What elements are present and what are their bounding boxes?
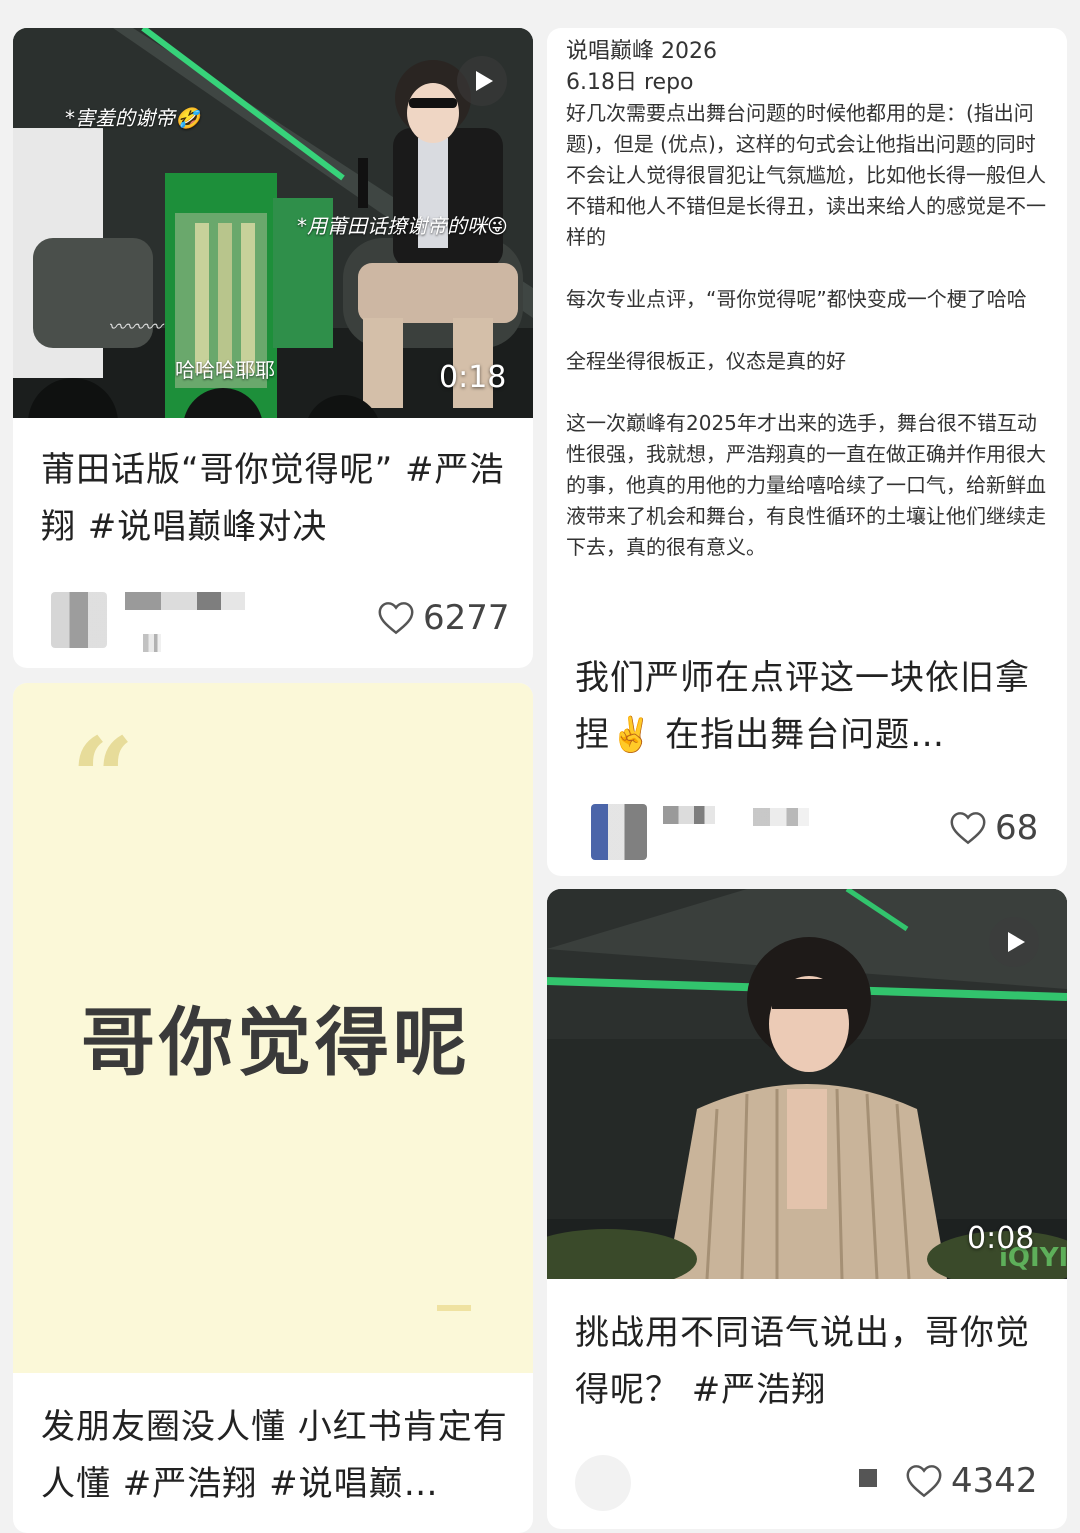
video-duration: 0:18 (439, 360, 507, 395)
author-name-extra (143, 634, 161, 652)
video-duration: 0:08 (967, 1221, 1035, 1256)
like-count: 68 (995, 808, 1039, 848)
note-title[interactable]: 莆田话版“哥你觉得呢” #严浩翔 #说唱巅峰对决 (41, 442, 511, 556)
heart-icon (378, 602, 414, 635)
svg-text:〰〰〰: 〰〰〰 (108, 317, 165, 338)
quote-mark-icon: “ (71, 713, 135, 842)
note-paragraph-1: 好几次需要点出舞台问题的时候他都用的是：(指出问题)，但是 (优点)，这样的句式… (566, 101, 1046, 249)
heart-icon (906, 1465, 942, 1498)
note-paragraph-4: 这一次巅峰有2025年才出来的选手，舞台很不错互动性很强，我就想，严浩翔真的一直… (566, 411, 1046, 559)
note-paragraph-3: 全程坐得很板正，仪态是真的好 (566, 349, 846, 373)
note-footer: 68 (547, 798, 1067, 868)
video-caption-top: *害羞的谢帝🤣 (65, 106, 200, 130)
play-icon[interactable] (457, 56, 507, 106)
like-count: 6277 (423, 598, 510, 638)
author-name[interactable] (859, 1469, 877, 1487)
note-footer: 6277 (13, 584, 533, 654)
note-header: 说唱巅峰 2026 (566, 39, 717, 64)
video-thumbnail[interactable]: iQIYI 0:08 (547, 889, 1067, 1279)
avatar[interactable] (575, 1455, 631, 1511)
quote-cover[interactable]: “ 哥你觉得呢 (13, 683, 533, 1373)
note-card-3[interactable]: “ 哥你觉得呢 发朋友圈没人懂 小红书肯定有人懂 #严浩翔 #说唱巅… (13, 683, 533, 1533)
cover-phrase: 哥你觉得呢 (81, 1000, 471, 1086)
author-name-extra (753, 808, 809, 826)
video-caption-bottom: 哈哈哈耶耶 (175, 358, 275, 382)
note-title[interactable]: 我们严师在点评这一块依旧拿捏✌️ 在指出舞台问题… (575, 650, 1035, 764)
video-thumbnail[interactable]: 〰〰〰 *害羞的谢帝🤣 *用莆田话撩谢帝的咪😜 哈哈哈耶耶 0:18 (13, 28, 533, 418)
decor-dash (437, 1305, 471, 1311)
note-card-1[interactable]: 〰〰〰 *害羞的谢帝🤣 *用莆田话撩谢帝的咪😜 哈哈哈耶耶 0:18 莆田话版“… (13, 28, 533, 668)
author-name[interactable] (125, 592, 245, 610)
note-body: 说唱巅峰 2026 6.18日 repo 好几次需要点出舞台问题的时候他都用的是… (566, 36, 1051, 563)
avatar[interactable] (591, 804, 647, 860)
note-title[interactable]: 挑战用不同语气说出，哥你觉得呢？ #严浩翔 (575, 1305, 1035, 1419)
note-paragraph-2: 每次专业点评，“哥你觉得呢”都快变成一个梗了哈哈 (566, 287, 1027, 311)
note-card-4[interactable]: iQIYI 0:08 挑战用不同语气说出，哥你觉得呢？ #严浩翔 4342 (547, 889, 1067, 1529)
play-icon[interactable] (989, 917, 1039, 967)
video-caption-mid: *用莆田话撩谢帝的咪😜 (297, 214, 508, 238)
like-count: 4342 (951, 1461, 1038, 1501)
like-button[interactable]: 68 (949, 808, 1038, 848)
note-subheader: 6.18日 repo (566, 70, 694, 95)
note-title[interactable]: 发朋友圈没人懂 小红书肯定有人懂 #严浩翔 #说唱巅… (41, 1399, 511, 1513)
author-name[interactable] (663, 806, 715, 824)
avatar[interactable] (51, 592, 107, 648)
note-footer: 4342 (547, 1447, 1067, 1517)
heart-icon (950, 812, 986, 845)
note-card-2[interactable]: 说唱巅峰 2026 6.18日 repo 好几次需要点出舞台问题的时候他都用的是… (547, 28, 1067, 876)
like-button[interactable]: 4342 (905, 1461, 1038, 1501)
like-button[interactable]: 6277 (377, 598, 510, 638)
